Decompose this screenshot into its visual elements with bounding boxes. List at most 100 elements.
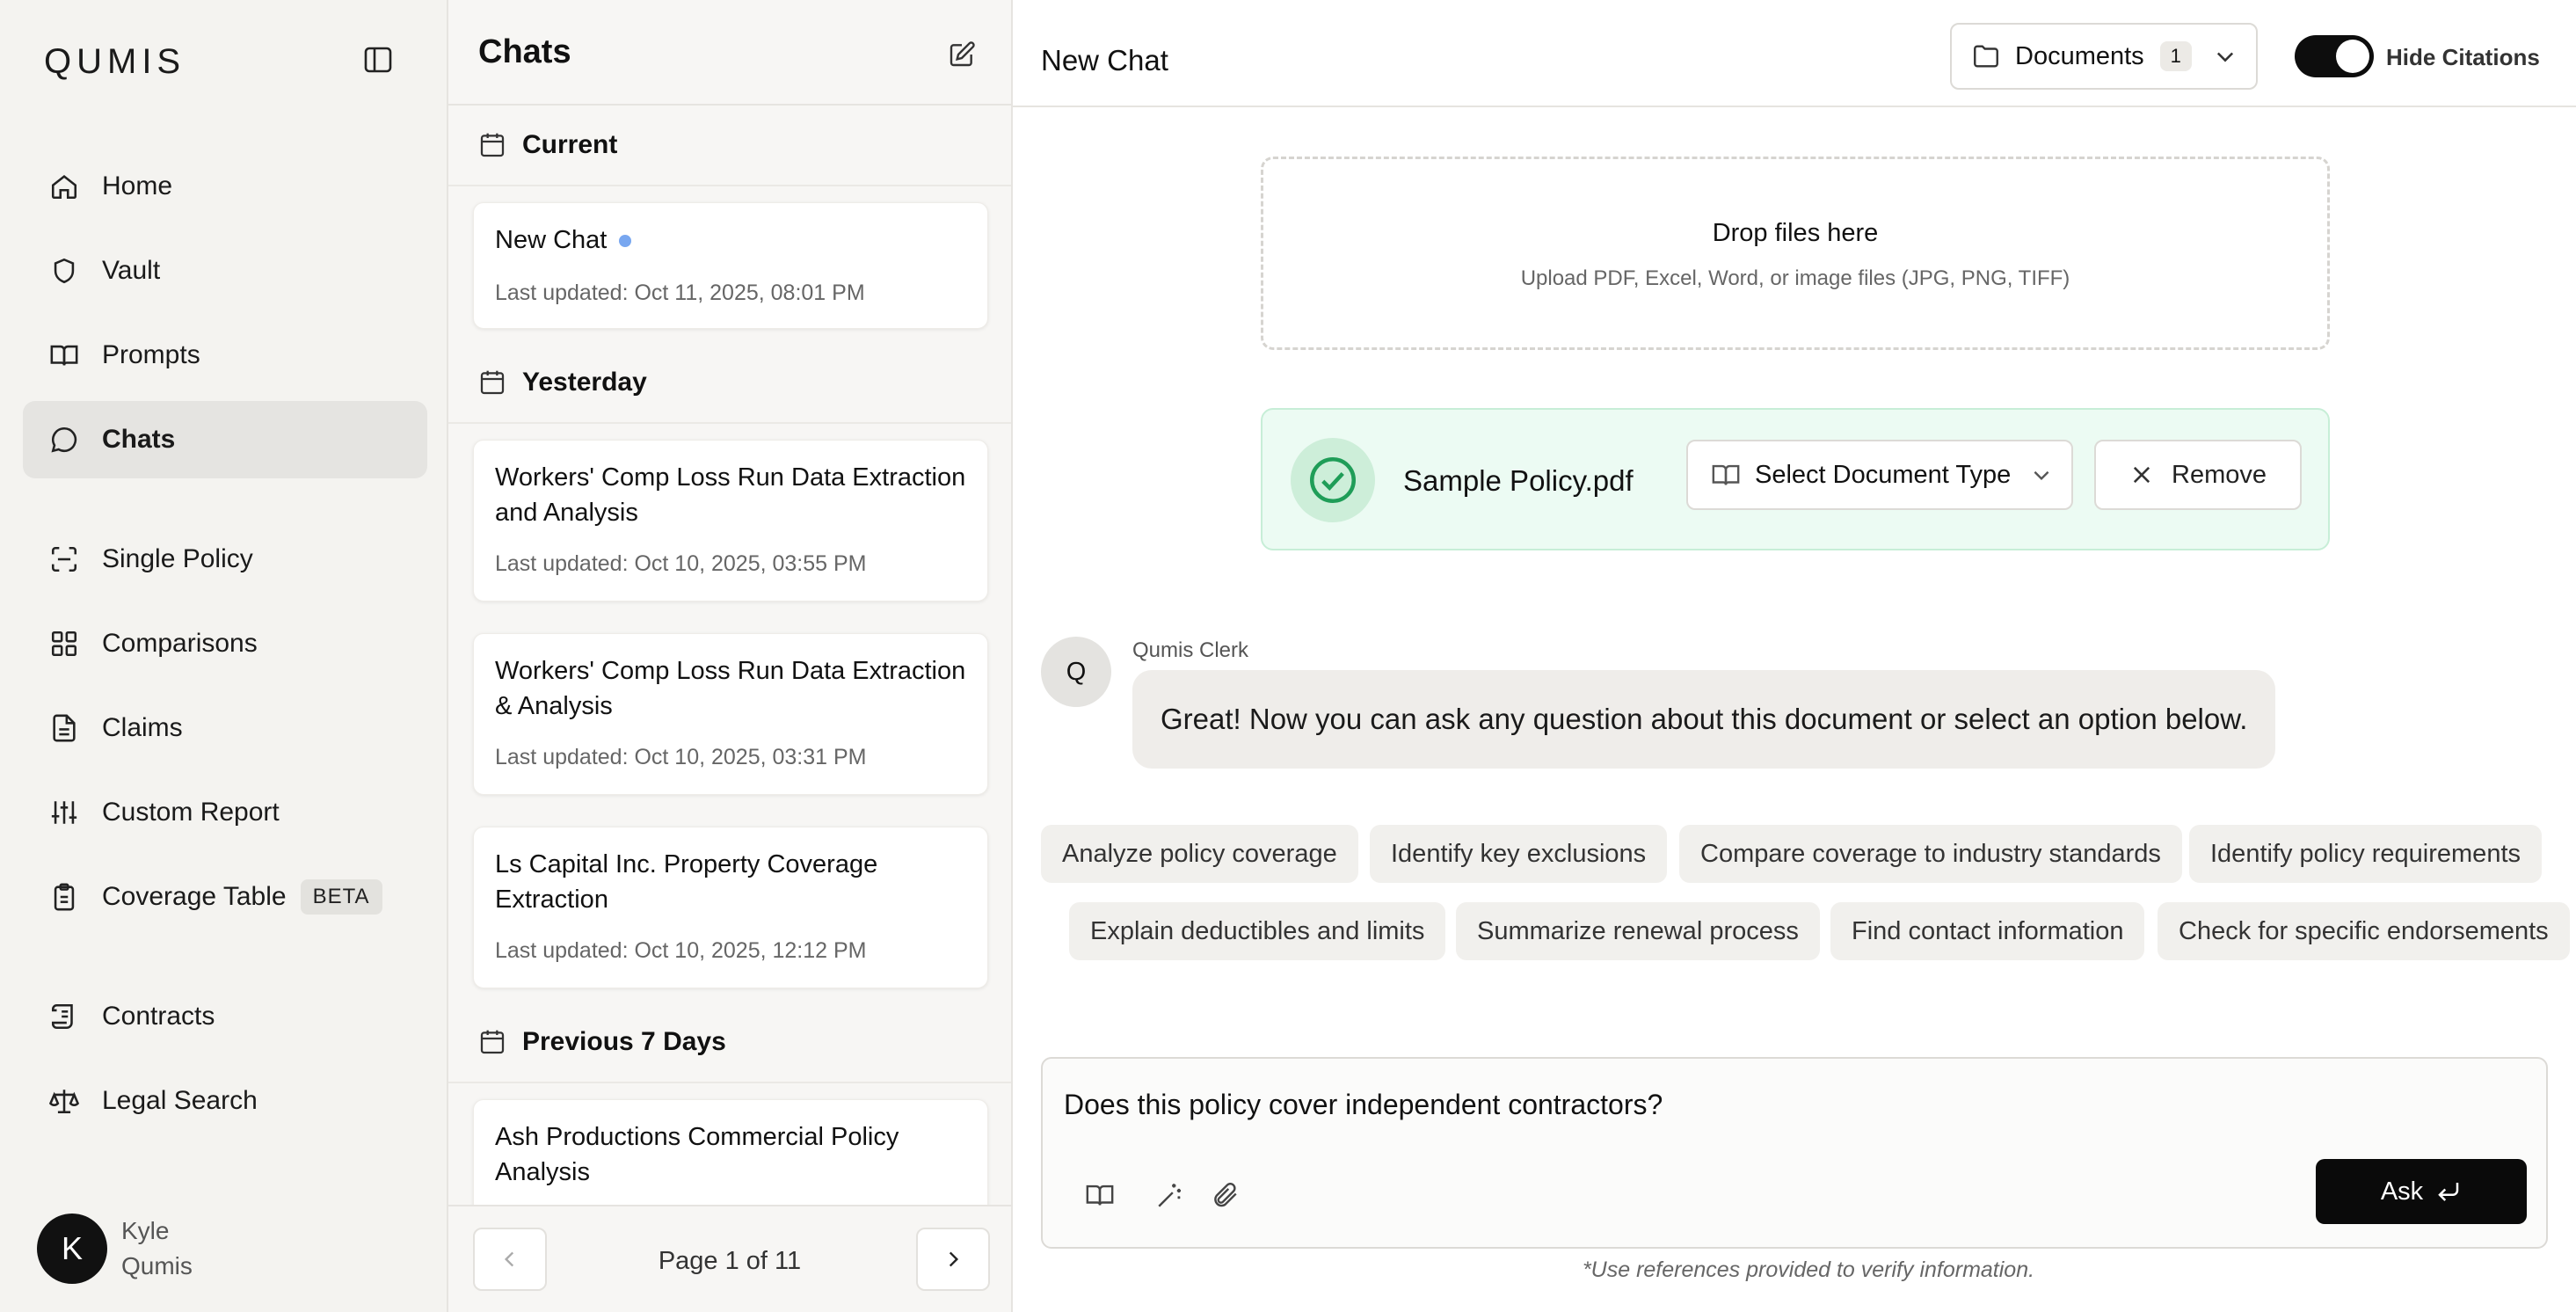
chat-list-item[interactable]: Ls Capital Inc. Property Coverage Extrac… xyxy=(473,827,988,988)
chevron-down-icon xyxy=(2216,52,2233,62)
chat-list-panel: Chats Current New Chat Last updated: Oct… xyxy=(448,0,1013,1312)
document-type-label: Select Document Type xyxy=(1755,460,2012,489)
sidebar-item-prompts[interactable]: Prompts xyxy=(23,317,427,394)
sidebar-item-contracts[interactable]: Contracts xyxy=(23,978,427,1055)
suggestion-chip[interactable]: Check for specific endorsements xyxy=(2158,902,2570,960)
suggestion-chip[interactable]: Identify policy requirements xyxy=(2189,825,2542,883)
message-input[interactable]: Does this policy cover independent contr… xyxy=(1064,1089,1663,1121)
chat-title: Workers' Comp Loss Run Data Extraction a… xyxy=(495,463,966,527)
sidebar-item-custom-report[interactable]: Custom Report xyxy=(23,774,427,851)
suggestion-chip[interactable]: Compare coverage to industry standards xyxy=(1679,825,2182,883)
assistant-name: Qumis Clerk xyxy=(1132,638,1249,662)
chat-title: Ls Capital Inc. Property Coverage Extrac… xyxy=(495,850,878,914)
shield-icon xyxy=(54,258,75,284)
ask-label: Ask xyxy=(2380,1177,2424,1206)
calendar-icon xyxy=(480,370,505,395)
scroll-icon xyxy=(51,1003,73,1030)
compose-icon xyxy=(950,41,975,67)
calendar-icon xyxy=(480,133,505,157)
book-icon xyxy=(50,345,78,366)
app-logo: QUMIS xyxy=(44,42,186,81)
book-icon xyxy=(1086,1184,1114,1206)
sidebar-item-home[interactable]: Home xyxy=(23,148,427,225)
prompt-library-button[interactable] xyxy=(1078,1173,1122,1217)
document-icon xyxy=(53,714,76,742)
magic-wand-icon xyxy=(1158,1184,1182,1207)
sliders-icon xyxy=(51,801,77,824)
disclaimer: *Use references provided to verify infor… xyxy=(1582,1257,2035,1282)
clipboard-icon xyxy=(54,883,75,911)
chat-main: New Chat Documents 1 Hide Citations Drop… xyxy=(1013,0,2576,1312)
chevron-down-icon xyxy=(2034,470,2049,481)
sidebar: QUMIS Home Vault Prompts Chats Single Po… xyxy=(0,0,448,1312)
documents-dropdown[interactable]: Documents 1 xyxy=(1950,23,2258,90)
chat-list-item[interactable]: Workers' Comp Loss Run Data Extraction &… xyxy=(473,633,988,795)
sidebar-item-claims[interactable]: Claims xyxy=(23,689,427,767)
file-name: Sample Policy.pdf xyxy=(1403,464,1634,497)
book-icon xyxy=(1712,464,1740,485)
sidebar-item-label: Vault xyxy=(102,256,161,285)
remove-file-button[interactable]: Remove xyxy=(2094,440,2302,510)
sidebar-item-chats[interactable]: Chats xyxy=(23,401,427,478)
page-title: New Chat xyxy=(1041,44,1168,77)
sidebar-item-comparisons[interactable]: Comparisons xyxy=(23,605,427,682)
sidebar-toggle-icon[interactable] xyxy=(359,42,397,77)
sidebar-item-vault[interactable]: Vault xyxy=(23,232,427,310)
hide-citations-toggle[interactable] xyxy=(2295,35,2374,77)
home-icon xyxy=(51,175,77,200)
attach-file-button[interactable] xyxy=(1203,1173,1247,1217)
sidebar-item-label: Prompts xyxy=(102,340,200,369)
scale-icon xyxy=(49,1090,79,1114)
chat-updated: Last updated: Oct 10, 2025, 12:12 PM xyxy=(495,938,867,963)
assistant-avatar: Q xyxy=(1041,637,1111,707)
chat-list-item[interactable]: New Chat Last updated: Oct 11, 2025, 08:… xyxy=(473,202,988,329)
avatar: K xyxy=(37,1214,107,1284)
sidebar-item-label: Contracts xyxy=(102,1002,215,1031)
scan-icon xyxy=(51,546,77,572)
assistant-message: Great! Now you can ask any question abou… xyxy=(1132,670,2276,769)
ask-button[interactable]: Ask xyxy=(2316,1159,2527,1224)
pagination: Page 1 of 11 xyxy=(448,1205,1011,1312)
sidebar-item-label: Claims xyxy=(102,713,183,742)
sidebar-item-coverage-table[interactable]: Coverage Table BETA xyxy=(23,858,427,936)
close-icon xyxy=(2133,466,2150,484)
group-current: Current xyxy=(448,106,1011,186)
sidebar-item-label: Comparisons xyxy=(102,629,258,658)
suggestion-chip[interactable]: Identify key exclusions xyxy=(1370,825,1668,883)
uploaded-file-card: Sample Policy.pdf Select Document Type R… xyxy=(1261,408,2330,550)
suggestion-chip[interactable]: Summarize renewal process xyxy=(1456,902,1820,960)
document-type-select[interactable]: Select Document Type xyxy=(1686,440,2073,510)
chat-header: New Chat Documents 1 Hide Citations xyxy=(1013,0,2576,107)
beta-badge: BETA xyxy=(300,879,382,915)
sidebar-item-label: Coverage Table xyxy=(102,882,287,911)
group-label: Current xyxy=(522,130,618,159)
suggestion-chip[interactable]: Find contact information xyxy=(1830,902,2145,960)
grid-icon xyxy=(51,630,77,657)
group-previous-7-days: Previous 7 Days xyxy=(448,1002,1011,1083)
suggestion-chip[interactable]: Explain deductibles and limits xyxy=(1069,902,1446,960)
dropzone-subtitle: Upload PDF, Excel, Word, or image files … xyxy=(1520,266,2070,290)
sidebar-item-legal-search[interactable]: Legal Search xyxy=(23,1062,427,1140)
suggestion-chip[interactable]: Analyze policy coverage xyxy=(1041,825,1358,883)
sidebar-item-single-policy[interactable]: Single Policy xyxy=(23,521,427,598)
chat-icon xyxy=(51,426,77,453)
message-composer[interactable]: Does this policy cover independent contr… xyxy=(1041,1057,2548,1249)
next-page-button[interactable] xyxy=(916,1228,990,1291)
enhance-prompt-button[interactable] xyxy=(1148,1173,1192,1217)
chat-list-title: Chats xyxy=(478,33,571,70)
new-chat-button[interactable] xyxy=(942,35,981,74)
user-first-name: Kyle xyxy=(121,1217,170,1244)
chat-list-item[interactable]: Workers' Comp Loss Run Data Extraction a… xyxy=(473,440,988,601)
file-dropzone[interactable]: Drop files here Upload PDF, Excel, Word,… xyxy=(1261,157,2330,350)
user-profile[interactable]: K Kyle Qumis xyxy=(37,1214,193,1284)
calendar-icon xyxy=(480,1030,505,1054)
sidebar-item-label: Custom Report xyxy=(102,798,280,827)
sidebar-item-label: Chats xyxy=(102,425,176,454)
chevron-right-icon xyxy=(949,1251,959,1267)
remove-label: Remove xyxy=(2172,460,2267,489)
chat-updated: Last updated: Oct 10, 2025, 03:31 PM xyxy=(495,745,867,769)
hide-citations-label: Hide Citations xyxy=(2386,44,2540,70)
documents-count-badge: 1 xyxy=(2159,41,2192,71)
chat-title: Ash Productions Commercial Policy Analys… xyxy=(495,1123,899,1186)
sidebar-item-label: Home xyxy=(102,171,173,200)
